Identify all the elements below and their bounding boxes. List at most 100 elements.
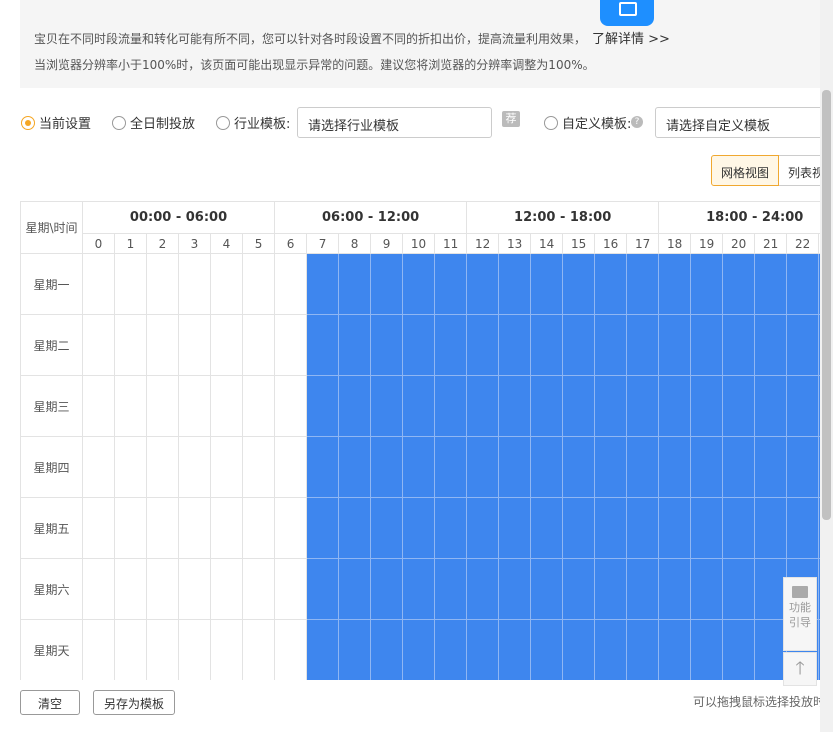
time-slot-cell[interactable] xyxy=(82,436,115,498)
time-slot-cell[interactable] xyxy=(306,253,340,315)
time-slot-cell[interactable] xyxy=(178,314,211,376)
time-slot-cell[interactable] xyxy=(498,436,532,498)
time-slot-cell[interactable] xyxy=(562,314,596,376)
learn-more-link[interactable]: 了解详情 >> xyxy=(592,32,670,47)
time-slot-cell[interactable] xyxy=(146,375,179,437)
hour-header[interactable]: 1 xyxy=(114,233,147,254)
time-slot-cell[interactable] xyxy=(466,497,500,559)
time-slot-cell[interactable] xyxy=(241,253,276,315)
time-slot-cell[interactable] xyxy=(274,619,308,680)
time-slot-cell[interactable] xyxy=(498,619,532,680)
list-view-button[interactable]: 列表视 xyxy=(779,155,821,186)
time-slot-cell[interactable] xyxy=(786,375,820,437)
time-slot-cell[interactable] xyxy=(210,558,243,620)
time-slot-cell[interactable] xyxy=(754,619,788,680)
save-template-button[interactable]: 另存为模板 xyxy=(93,690,175,715)
radio-all-day[interactable]: 全日制投放 xyxy=(112,113,195,132)
radio-industry-template[interactable]: 行业模板: xyxy=(216,113,290,132)
time-slot-cell[interactable] xyxy=(241,436,276,498)
back-to-top-button[interactable]: 🡑 xyxy=(783,652,817,686)
time-slot-cell[interactable] xyxy=(626,497,660,559)
hour-header[interactable]: 8 xyxy=(338,233,372,254)
hour-header[interactable]: 16 xyxy=(594,233,628,254)
time-slot-cell[interactable] xyxy=(274,253,308,315)
time-slot-cell[interactable] xyxy=(434,497,468,559)
time-slot-cell[interactable] xyxy=(210,314,243,376)
page-scrollbar[interactable] xyxy=(820,0,833,732)
time-slot-cell[interactable] xyxy=(434,253,468,315)
time-slot-cell[interactable] xyxy=(466,619,500,680)
time-slot-cell[interactable] xyxy=(370,253,404,315)
time-slot-cell[interactable] xyxy=(722,314,756,376)
day-label[interactable]: 星期六 xyxy=(20,558,83,620)
chat-button[interactable] xyxy=(600,0,654,26)
day-label[interactable]: 星期天 xyxy=(20,619,83,680)
time-slot-cell[interactable] xyxy=(466,558,500,620)
time-slot-cell[interactable] xyxy=(402,314,436,376)
time-slot-cell[interactable] xyxy=(594,375,628,437)
time-slot-cell[interactable] xyxy=(562,558,596,620)
time-slot-cell[interactable] xyxy=(370,558,404,620)
time-slot-cell[interactable] xyxy=(178,497,211,559)
time-slot-cell[interactable] xyxy=(690,375,724,437)
time-slot-cell[interactable] xyxy=(274,436,308,498)
time-slot-cell[interactable] xyxy=(626,558,660,620)
time-slot-cell[interactable] xyxy=(626,253,660,315)
time-slot-cell[interactable] xyxy=(370,619,404,680)
time-slot-cell[interactable] xyxy=(434,314,468,376)
time-slot-cell[interactable] xyxy=(658,314,692,376)
time-slot-cell[interactable] xyxy=(690,558,724,620)
time-slot-cell[interactable] xyxy=(498,314,532,376)
time-slot-cell[interactable] xyxy=(754,314,788,376)
hour-header[interactable]: 22 xyxy=(786,233,820,254)
time-slot-cell[interactable] xyxy=(690,436,724,498)
time-slot-cell[interactable] xyxy=(722,497,756,559)
time-slot-cell[interactable] xyxy=(370,314,404,376)
time-slot-cell[interactable] xyxy=(338,253,372,315)
time-slot-cell[interactable] xyxy=(562,497,596,559)
time-slot-cell[interactable] xyxy=(274,314,308,376)
time-slot-cell[interactable] xyxy=(210,375,243,437)
hour-header[interactable]: 3 xyxy=(178,233,211,254)
time-slot-cell[interactable] xyxy=(530,619,564,680)
help-icon[interactable]: ? xyxy=(631,116,643,128)
time-slot-cell[interactable] xyxy=(722,375,756,437)
time-slot-cell[interactable] xyxy=(146,436,179,498)
time-slot-cell[interactable] xyxy=(402,497,436,559)
time-slot-cell[interactable] xyxy=(114,436,147,498)
time-slot-cell[interactable] xyxy=(338,558,372,620)
time-slot-cell[interactable] xyxy=(82,619,115,680)
hour-header[interactable]: 0 xyxy=(82,233,115,254)
day-label[interactable]: 星期五 xyxy=(20,497,83,559)
time-slot-cell[interactable] xyxy=(402,558,436,620)
time-slot-cell[interactable] xyxy=(306,436,340,498)
time-slot-cell[interactable] xyxy=(178,375,211,437)
time-slot-cell[interactable] xyxy=(114,375,147,437)
time-slot-cell[interactable] xyxy=(786,253,820,315)
time-slot-cell[interactable] xyxy=(754,253,788,315)
time-slot-cell[interactable] xyxy=(530,497,564,559)
time-slot-cell[interactable] xyxy=(306,619,340,680)
time-slot-cell[interactable] xyxy=(241,375,276,437)
hour-header[interactable]: 14 xyxy=(530,233,564,254)
time-slot-cell[interactable] xyxy=(626,619,660,680)
hour-header[interactable]: 7 xyxy=(306,233,340,254)
time-slot-cell[interactable] xyxy=(434,436,468,498)
time-slot-cell[interactable] xyxy=(722,436,756,498)
time-slot-cell[interactable] xyxy=(722,558,756,620)
time-slot-cell[interactable] xyxy=(530,436,564,498)
time-slot-cell[interactable] xyxy=(594,558,628,620)
time-slot-cell[interactable] xyxy=(146,253,179,315)
hour-header[interactable]: 12 xyxy=(466,233,500,254)
radio-custom-template[interactable]: 自定义模板: xyxy=(544,113,631,132)
time-slot-cell[interactable] xyxy=(562,619,596,680)
time-slot-cell[interactable] xyxy=(498,497,532,559)
time-slot-cell[interactable] xyxy=(338,436,372,498)
time-slot-cell[interactable] xyxy=(658,497,692,559)
time-slot-cell[interactable] xyxy=(338,314,372,376)
time-slot-cell[interactable] xyxy=(626,375,660,437)
time-slot-cell[interactable] xyxy=(626,314,660,376)
time-slot-cell[interactable] xyxy=(690,497,724,559)
time-slot-cell[interactable] xyxy=(498,253,532,315)
time-slot-cell[interactable] xyxy=(466,314,500,376)
